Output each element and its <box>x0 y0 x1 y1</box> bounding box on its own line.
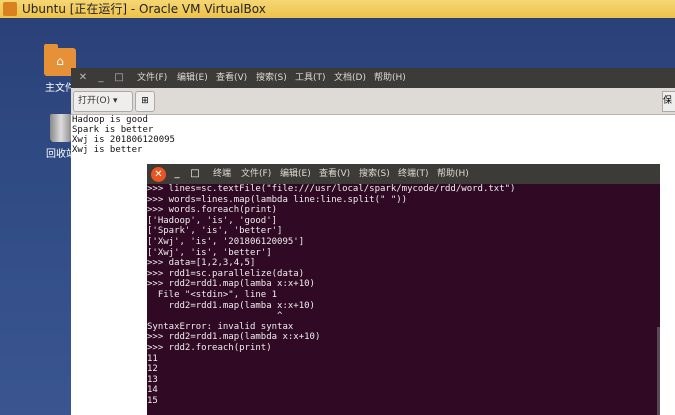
menu-search[interactable]: 搜索(S) <box>256 68 287 88</box>
menu-tools[interactable]: 工具(T) <box>295 68 326 88</box>
text-line: Spark is better <box>72 125 154 135</box>
new-document-icon[interactable]: ⊞ <box>135 91 155 112</box>
terminal-line: ['Hadoop', 'is', 'good'] <box>147 215 278 226</box>
text-line: Hadoop is good <box>72 115 148 125</box>
text-line: Xwj is better <box>72 145 143 155</box>
terminal-line: 15 <box>147 395 158 406</box>
maximize-icon[interactable]: □ <box>113 72 125 84</box>
vm-window-title: Ubuntu [正在运行] - Oracle VM VirtualBox <box>22 2 266 16</box>
editor-header-bar[interactable]: ✕ _ □ 文件(F) 编辑(E) 查看(V) 搜索(S) 工具(T) 文档(D… <box>71 68 675 88</box>
terminal-line: >>> rdd2=rdd1.map(lamba x:x+10) <box>147 279 315 290</box>
minimize-icon[interactable]: _ <box>171 168 183 180</box>
save-button[interactable]: 保 <box>662 91 675 112</box>
menu-edit[interactable]: 编辑(E) <box>177 68 208 88</box>
menu-view[interactable]: 查看(V) <box>319 164 350 184</box>
terminal-line: 14 <box>147 385 158 396</box>
terminal-line: rdd2=rdd1.map(lamba x:x+10) <box>147 300 315 311</box>
open-button[interactable]: 打开(O) ▾ <box>73 91 133 112</box>
menu-help[interactable]: 帮助(H) <box>374 68 406 88</box>
terminal-line: ['Xwj', 'is', '201806120095'] <box>147 236 305 247</box>
terminal-line: ^ <box>147 311 283 322</box>
menu-view[interactable]: 查看(V) <box>216 68 247 88</box>
menu-documents[interactable]: 文档(D) <box>334 68 366 88</box>
text-line: Xwj is 201806120095 <box>72 135 175 145</box>
menu-file[interactable]: 文件(F) <box>241 164 271 184</box>
minimize-icon[interactable]: _ <box>95 72 107 84</box>
menu-help[interactable]: 帮助(H) <box>437 164 469 184</box>
terminal-line: SyntaxError: invalid syntax <box>147 321 294 332</box>
terminal-line: >>> rdd1=sc.parallelize(data) <box>147 268 305 279</box>
close-icon[interactable]: ✕ <box>151 167 166 182</box>
editor-text-area[interactable]: Hadoop is good Spark is better Xwj is 20… <box>72 115 175 155</box>
terminal-line: >>> lines=sc.textFile("file:///usr/local… <box>147 184 516 194</box>
menu-edit[interactable]: 编辑(E) <box>280 164 311 184</box>
terminal-line: >>> data=[1,2,3,4,5] <box>147 258 256 269</box>
terminal-line: File "<stdin>", line 1 <box>147 289 278 300</box>
terminal-line: 11 <box>147 353 158 364</box>
vm-title-bar[interactable]: Ubuntu [正在运行] - Oracle VM VirtualBox <box>0 0 675 18</box>
editor-toolbar: 打开(O) ▾ ⊞ 保 <box>71 88 675 115</box>
terminal-line: 12 <box>147 364 158 375</box>
terminal-line: ['Spark', 'is', 'better'] <box>147 226 283 237</box>
terminal-output[interactable]: >>> lines=sc.textFile("file:///usr/local… <box>147 184 515 406</box>
menu-terminal[interactable]: 终端(T) <box>398 164 429 184</box>
terminal-line: >>> words=lines.map(lambda line:line.spl… <box>147 194 408 205</box>
close-icon[interactable]: ✕ <box>77 72 89 84</box>
terminal-line: 13 <box>147 374 158 385</box>
terminal-header-bar[interactable]: ✕ _ □ 终端 文件(F) 编辑(E) 查看(V) 搜索(S) 终端(T) 帮… <box>147 164 660 184</box>
menu-search[interactable]: 搜索(S) <box>359 164 390 184</box>
terminal-line: >>> rdd2.foreach(print) <box>147 342 272 353</box>
terminal-line: >>> words.foreach(print) <box>147 205 278 216</box>
terminal-scrollbar[interactable] <box>657 327 660 415</box>
trash-icon <box>50 114 72 142</box>
maximize-icon[interactable]: □ <box>189 168 201 180</box>
terminal-window: ✕ _ □ 终端 文件(F) 编辑(E) 查看(V) 搜索(S) 终端(T) 帮… <box>147 164 660 415</box>
terminal-line: ['Xwj', 'is', 'better'] <box>147 247 272 258</box>
menu-file[interactable]: 文件(F) <box>137 68 167 88</box>
terminal-line: >>> rdd2=rdd1.map(lambda x:x+10) <box>147 332 321 343</box>
virtualbox-icon <box>3 2 17 16</box>
menu-terminal-app[interactable]: 终端 <box>213 164 231 184</box>
